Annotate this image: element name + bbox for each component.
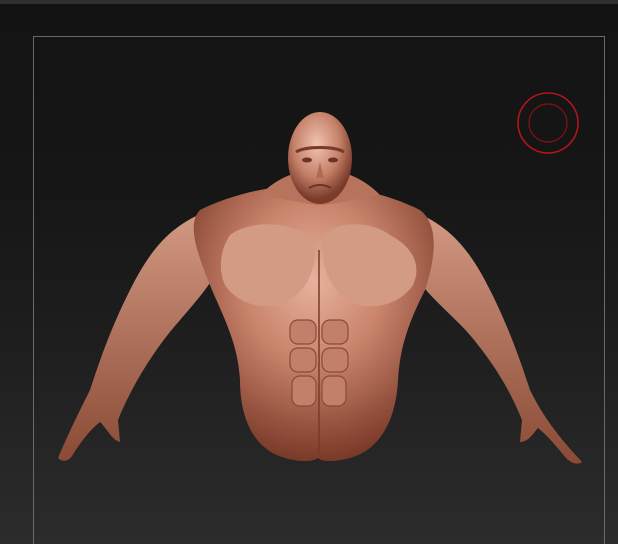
left-arm: [58, 210, 215, 461]
brush-cursor-icon: [517, 92, 579, 154]
right-eye: [328, 157, 338, 163]
right-arm: [410, 210, 582, 464]
zbrush-viewport[interactable]: [0, 0, 618, 544]
left-eye: [302, 157, 312, 163]
head: [288, 112, 352, 204]
sculpt-model[interactable]: [0, 0, 618, 544]
